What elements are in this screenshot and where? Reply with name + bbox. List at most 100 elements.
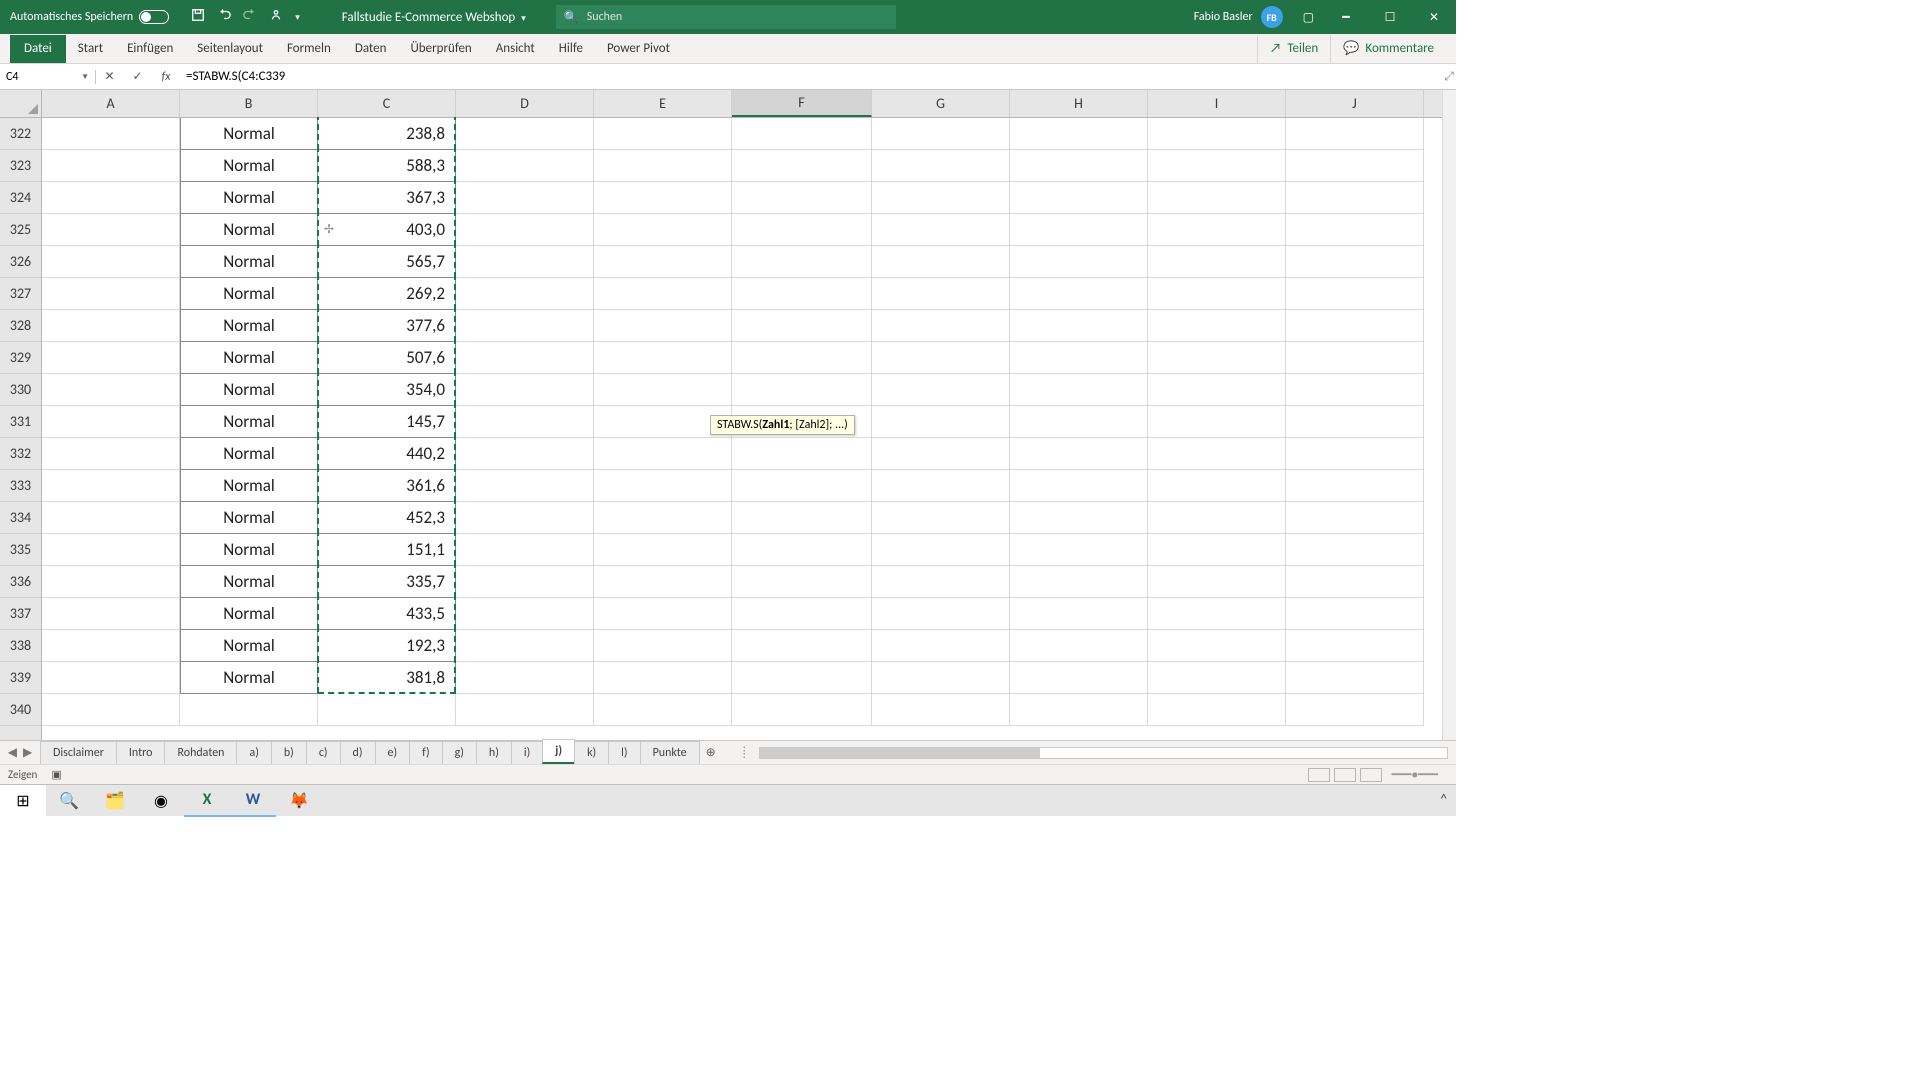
row-header[interactable]: 329 [0,342,41,374]
cell[interactable] [1148,278,1286,310]
cell[interactable] [1010,374,1148,406]
sheet-tab[interactable]: g) [442,741,477,764]
sheet-tab[interactable]: f) [409,741,442,764]
cell[interactable] [180,694,318,726]
cell[interactable] [1286,214,1424,246]
ribbon-tab-start[interactable]: Start [66,35,115,63]
worksheet-grid[interactable]: ABCDEFGHIJ 32232332432532632732832933033… [0,90,1456,740]
sheet-tab[interactable]: d) [340,741,376,764]
cell[interactable] [42,694,180,726]
cell[interactable] [1148,406,1286,438]
cell[interactable] [732,182,872,214]
cell[interactable] [1148,374,1286,406]
cell[interactable] [456,342,594,374]
redo-icon[interactable] [243,8,257,26]
cell[interactable] [594,662,732,694]
cell[interactable] [456,246,594,278]
cell[interactable] [42,534,180,566]
cell[interactable]: 440,2 [318,438,456,470]
sheet-tab[interactable]: k) [574,741,609,764]
cell[interactable] [1286,150,1424,182]
search-box[interactable]: 🔍 Suchen [556,5,896,29]
cell[interactable] [872,374,1010,406]
cell[interactable] [1010,406,1148,438]
row-header[interactable]: 326 [0,246,41,278]
formula-input[interactable] [180,69,1442,84]
column-header-G[interactable]: G [872,90,1010,117]
row-header[interactable]: 333 [0,470,41,502]
cell[interactable] [456,310,594,342]
cell[interactable] [872,150,1010,182]
cell[interactable]: Normal [180,246,318,278]
cell[interactable] [456,630,594,662]
zoom-slider[interactable]: ━━━●━━━ [1392,768,1438,781]
sheet-tab[interactable]: Intro [116,741,166,764]
cell[interactable] [1286,310,1424,342]
cell[interactable] [872,246,1010,278]
cell[interactable] [1148,438,1286,470]
ribbon-tab-einfügen[interactable]: Einfügen [115,35,185,63]
ribbon-tab-seitenlayout[interactable]: Seitenlayout [185,35,275,63]
cell[interactable]: 588,3 [318,150,456,182]
cell[interactable] [594,694,732,726]
cell[interactable] [872,310,1010,342]
row-header[interactable]: 325 [0,214,41,246]
cell[interactable] [456,598,594,630]
cell[interactable] [456,438,594,470]
cell[interactable] [456,534,594,566]
cell[interactable] [732,566,872,598]
ribbon-tab-formeln[interactable]: Formeln [275,35,343,63]
cell[interactable] [594,438,732,470]
cell[interactable] [1148,598,1286,630]
cell[interactable] [594,534,732,566]
cell[interactable]: Normal [180,118,318,150]
cell[interactable]: Normal [180,278,318,310]
cell[interactable]: Normal [180,150,318,182]
column-header-C[interactable]: C [318,90,456,117]
cell[interactable] [872,182,1010,214]
cell[interactable] [1010,278,1148,310]
cell[interactable] [594,502,732,534]
column-header-H[interactable]: H [1010,90,1148,117]
cell[interactable] [1010,118,1148,150]
system-tray[interactable]: ˄ [1431,791,1456,810]
cell[interactable]: Normal [180,374,318,406]
taskbar-firefox[interactable]: 🦊 [276,785,322,817]
cell[interactable] [1286,502,1424,534]
tray-chevron-up-icon[interactable]: ˄ [1439,791,1448,810]
cell[interactable]: 335,7 [318,566,456,598]
cell[interactable]: Normal [180,310,318,342]
sheet-tab[interactable]: l) [608,741,640,764]
cell[interactable] [42,566,180,598]
cell[interactable]: 507,6 [318,342,456,374]
cell[interactable] [732,662,872,694]
cell[interactable]: Normal [180,470,318,502]
cell[interactable] [1286,598,1424,630]
cell[interactable] [594,246,732,278]
row-header[interactable]: 338 [0,630,41,662]
cell[interactable] [594,310,732,342]
cell[interactable] [1010,502,1148,534]
row-header[interactable]: 323 [0,150,41,182]
cell[interactable]: 238,8 [318,118,456,150]
horizontal-scrollbar[interactable] [759,747,1448,759]
touch-mode-icon[interactable] [269,8,283,26]
cell[interactable] [872,502,1010,534]
cell[interactable] [42,662,180,694]
cell[interactable] [1010,246,1148,278]
cell[interactable] [732,278,872,310]
start-button[interactable]: ⊞ [0,785,46,817]
cell[interactable] [42,342,180,374]
row-header[interactable]: 332 [0,438,41,470]
taskbar-app-1[interactable]: 🗂️ [92,785,138,817]
cell[interactable] [1010,438,1148,470]
cell[interactable] [732,246,872,278]
cell[interactable] [594,214,732,246]
column-header-E[interactable]: E [594,90,732,117]
column-header-I[interactable]: I [1148,90,1286,117]
cell[interactable] [42,310,180,342]
cell[interactable]: Normal [180,438,318,470]
cell[interactable] [594,566,732,598]
macro-record-icon[interactable]: ▣ [51,768,61,781]
view-normal-button[interactable] [1308,768,1330,782]
